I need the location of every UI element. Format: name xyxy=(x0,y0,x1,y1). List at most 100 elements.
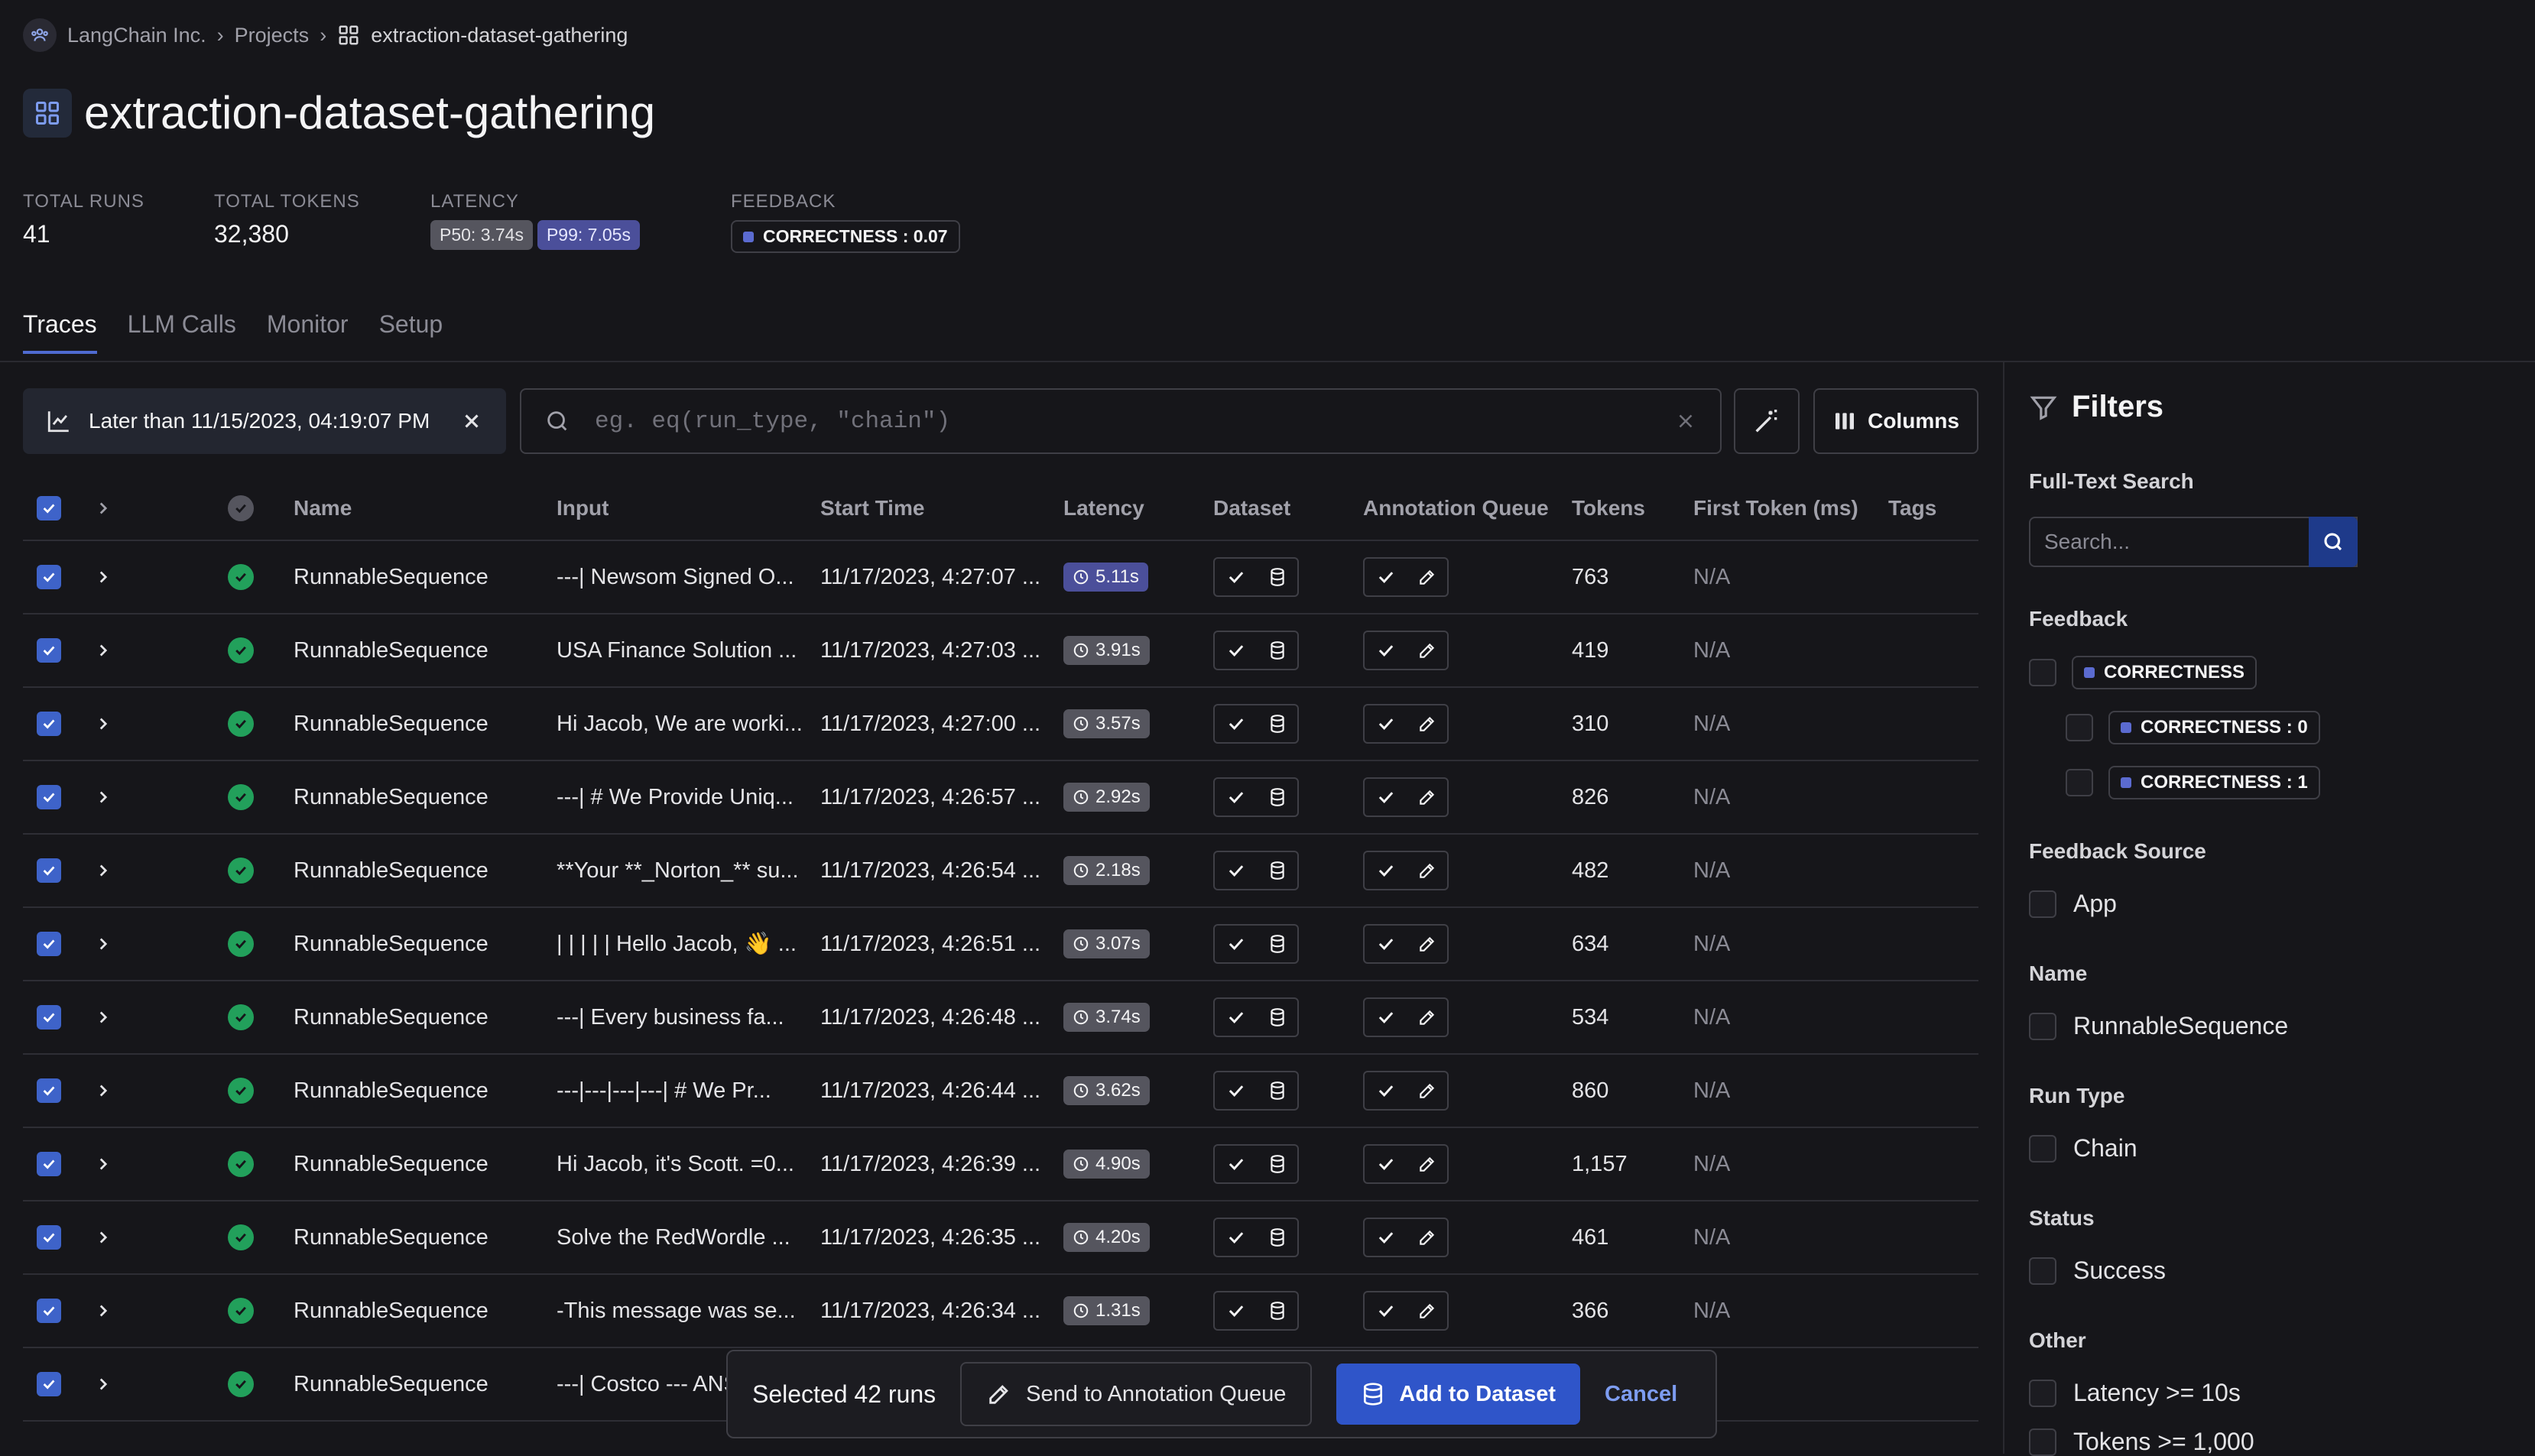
tab-monitor[interactable]: Monitor xyxy=(267,310,349,354)
table-row[interactable]: RunnableSequence | | | | | Hello Jacob, 👋… xyxy=(23,908,1978,981)
expand-row-icon[interactable] xyxy=(93,861,113,880)
table-row[interactable]: RunnableSequence ---| # We Provide Uniq..… xyxy=(23,761,1978,835)
checkbox[interactable] xyxy=(2029,1134,2056,1163)
pencil-icon[interactable] xyxy=(1417,567,1437,587)
checkbox[interactable] xyxy=(2029,1428,2056,1456)
col-input[interactable]: Input xyxy=(557,496,609,520)
database-icon[interactable] xyxy=(1268,787,1287,807)
check-icon[interactable] xyxy=(1225,713,1247,734)
table-row[interactable]: RunnableSequence Hi Jacob, We are worki..… xyxy=(23,688,1978,761)
checkbox[interactable] xyxy=(2029,890,2056,918)
pencil-icon[interactable] xyxy=(1417,640,1437,660)
row-checkbox[interactable] xyxy=(37,638,61,663)
expand-row-icon[interactable] xyxy=(93,934,113,954)
col-first-token[interactable]: First Token (ms) xyxy=(1693,496,1858,520)
checkbox[interactable] xyxy=(2066,769,2093,796)
run-name[interactable]: RunnableSequence xyxy=(294,1005,488,1030)
breadcrumb-projects[interactable]: Projects xyxy=(235,24,310,47)
check-icon[interactable] xyxy=(1375,1300,1397,1321)
feedback-option[interactable]: CORRECTNESS : 0 xyxy=(2066,711,2320,744)
pencil-icon[interactable] xyxy=(1417,1227,1437,1247)
expand-row-icon[interactable] xyxy=(93,567,113,587)
database-icon[interactable] xyxy=(1268,1301,1287,1321)
pencil-icon[interactable] xyxy=(1417,861,1437,880)
row-checkbox[interactable] xyxy=(37,1005,61,1030)
check-icon[interactable] xyxy=(1375,1227,1397,1248)
close-icon[interactable] xyxy=(460,410,483,433)
row-checkbox[interactable] xyxy=(37,1372,61,1396)
row-checkbox[interactable] xyxy=(37,712,61,736)
expand-row-icon[interactable] xyxy=(93,640,113,660)
add-to-dataset-button[interactable]: Add to Dataset xyxy=(1336,1364,1581,1425)
pencil-icon[interactable] xyxy=(1417,934,1437,954)
expand-row-icon[interactable] xyxy=(93,1154,113,1174)
feedback-option[interactable]: CORRECTNESS xyxy=(2029,656,2257,689)
expand-row-icon[interactable] xyxy=(93,1227,113,1247)
run-name[interactable]: RunnableSequence xyxy=(294,858,488,884)
check-icon[interactable] xyxy=(1375,1080,1397,1101)
full-text-search-input[interactable] xyxy=(2043,529,2344,555)
check-icon[interactable] xyxy=(1375,860,1397,881)
expand-row-icon[interactable] xyxy=(93,714,113,734)
expand-row-icon[interactable] xyxy=(93,1081,113,1101)
checkbox[interactable] xyxy=(2029,1012,2056,1040)
feedback-source-option[interactable]: App xyxy=(2029,890,2117,918)
expand-row-icon[interactable] xyxy=(93,1374,113,1394)
run-name[interactable]: RunnableSequence xyxy=(294,1225,488,1250)
table-row[interactable]: RunnableSequence ---| Newsom Signed O... 1… xyxy=(23,541,1978,615)
pencil-icon[interactable] xyxy=(1417,1154,1437,1174)
expand-row-icon[interactable] xyxy=(93,1301,113,1321)
database-icon[interactable] xyxy=(1268,1081,1287,1101)
pencil-icon[interactable] xyxy=(1417,714,1437,734)
tab-setup[interactable]: Setup xyxy=(379,310,443,354)
check-icon[interactable] xyxy=(1225,933,1247,955)
check-icon[interactable] xyxy=(1375,566,1397,588)
checkbox[interactable] xyxy=(2066,714,2093,741)
database-icon[interactable] xyxy=(1268,1227,1287,1247)
breadcrumb-org[interactable]: LangChain Inc. xyxy=(67,24,206,47)
check-icon[interactable] xyxy=(1225,786,1247,808)
row-checkbox[interactable] xyxy=(37,1299,61,1323)
col-annotation-queue[interactable]: Annotation Queue xyxy=(1363,496,1549,520)
check-icon[interactable] xyxy=(1225,1300,1247,1321)
check-icon[interactable] xyxy=(1225,566,1247,588)
clear-icon[interactable] xyxy=(1674,410,1697,433)
other-option[interactable]: Latency >= 10s xyxy=(2029,1379,2241,1407)
table-row[interactable]: RunnableSequence -This message was se... 1… xyxy=(23,1275,1978,1348)
check-icon[interactable] xyxy=(1375,713,1397,734)
expand-row-icon[interactable] xyxy=(93,787,113,807)
table-row[interactable]: RunnableSequence **Your **_Norton_** su..… xyxy=(23,835,1978,908)
feedback-badge[interactable]: CORRECTNESS : 0.07 xyxy=(731,220,960,253)
table-row[interactable]: RunnableSequence USA Finance Solution ...… xyxy=(23,615,1978,688)
run-name[interactable]: RunnableSequence xyxy=(294,565,488,590)
status-option[interactable]: Success xyxy=(2029,1257,2166,1285)
check-icon[interactable] xyxy=(1225,860,1247,881)
row-checkbox[interactable] xyxy=(37,1225,61,1250)
full-text-search-button[interactable] xyxy=(2309,517,2358,567)
row-checkbox[interactable] xyxy=(37,1078,61,1103)
table-row[interactable]: RunnableSequence Hi Jacob, it's Scott. =0… xyxy=(23,1128,1978,1201)
pencil-icon[interactable] xyxy=(1417,1007,1437,1027)
run-name[interactable]: RunnableSequence xyxy=(294,932,488,957)
name-option[interactable]: RunnableSequence xyxy=(2029,1012,2288,1040)
magic-wand-button[interactable] xyxy=(1734,388,1800,454)
columns-button[interactable]: Columns xyxy=(1813,388,1978,454)
col-dataset[interactable]: Dataset xyxy=(1213,496,1290,520)
table-row[interactable]: RunnableSequence Solve the RedWordle ... 1… xyxy=(23,1201,1978,1275)
run-name[interactable]: RunnableSequence xyxy=(294,1078,488,1104)
database-icon[interactable] xyxy=(1268,714,1287,734)
expand-all-icon[interactable] xyxy=(93,498,113,518)
run-name[interactable]: RunnableSequence xyxy=(294,1372,488,1397)
check-icon[interactable] xyxy=(1225,1153,1247,1175)
database-icon[interactable] xyxy=(1268,640,1287,660)
row-checkbox[interactable] xyxy=(37,785,61,809)
col-latency[interactable]: Latency xyxy=(1063,496,1144,520)
check-icon[interactable] xyxy=(1375,786,1397,808)
database-icon[interactable] xyxy=(1268,934,1287,954)
date-filter-chip[interactable]: Later than 11/15/2023, 04:19:07 PM xyxy=(23,388,506,454)
col-tags[interactable]: Tags xyxy=(1888,496,1936,520)
table-row[interactable]: RunnableSequence ---|---|---|---| # We Pr… xyxy=(23,1055,1978,1128)
pencil-icon[interactable] xyxy=(1417,1301,1437,1321)
row-checkbox[interactable] xyxy=(37,858,61,883)
checkbox[interactable] xyxy=(2029,659,2056,686)
